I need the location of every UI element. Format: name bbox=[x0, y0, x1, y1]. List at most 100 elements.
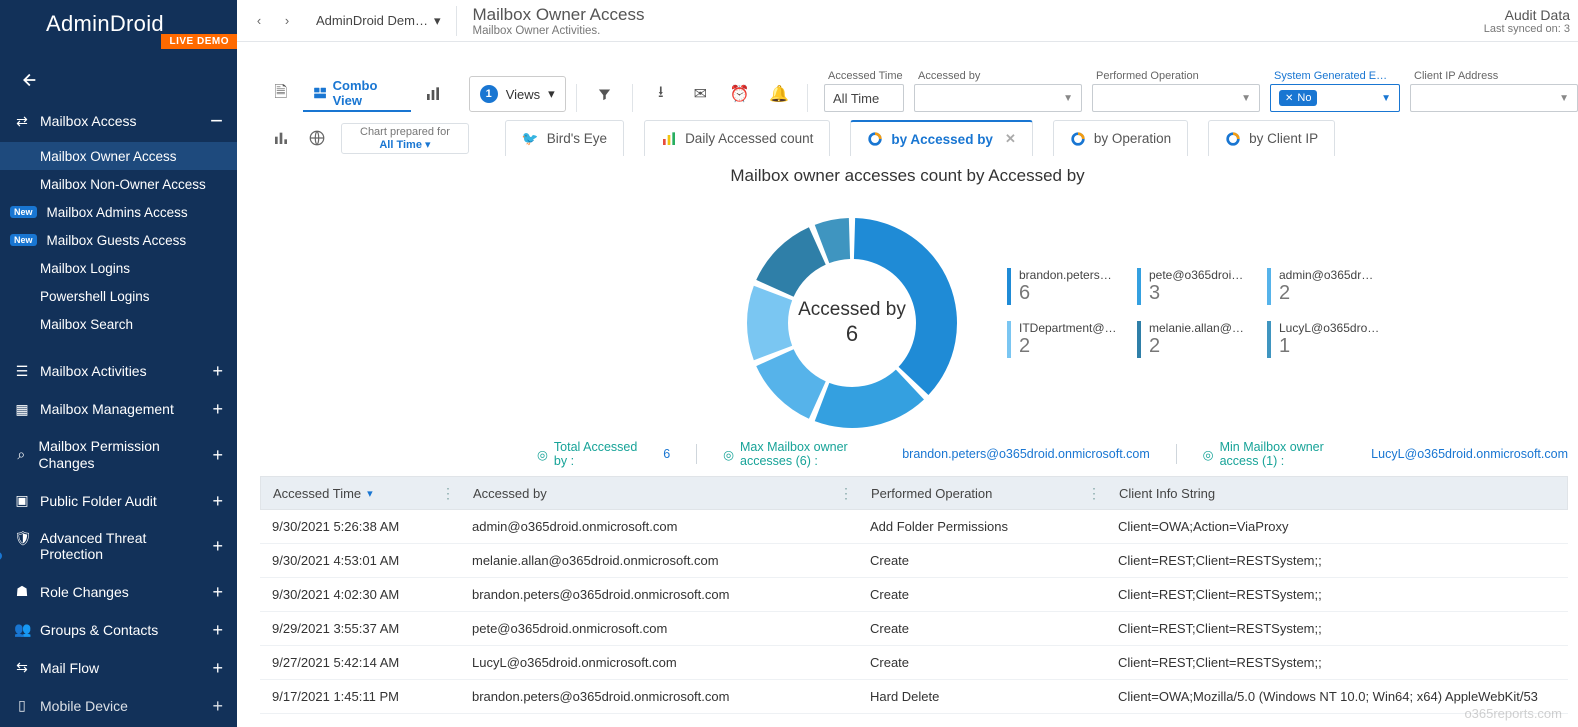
close-icon: ✕ bbox=[1285, 93, 1293, 104]
audit-title: Audit Data bbox=[1484, 7, 1570, 23]
cell-client-info: Client=REST;Client=RESTSystem;; bbox=[1106, 553, 1568, 568]
cell-operation: Create bbox=[858, 621, 1106, 636]
tab-daily-count[interactable]: Daily Accessed count bbox=[644, 120, 830, 156]
sidebar-group-mobile[interactable]: ▯Mobile Device+ bbox=[0, 687, 237, 725]
table-row[interactable]: 9/29/2021 3:55:37 AMpete@o365droid.onmic… bbox=[260, 612, 1568, 646]
caret-down-icon: ▼ bbox=[1559, 93, 1569, 104]
filter-performed-op-select[interactable]: ▼ bbox=[1092, 84, 1260, 112]
schedule-button[interactable]: ⏰ bbox=[722, 76, 758, 112]
nav-back-button[interactable]: ‹ bbox=[245, 7, 273, 35]
chart-view-button[interactable] bbox=[415, 76, 451, 112]
filter-label: Client IP Address bbox=[1410, 70, 1578, 84]
col-accessed-by[interactable]: Accessed by⋮ bbox=[461, 486, 859, 501]
topbar: ‹ › AdminDroid Dem… ▾ Mailbox Owner Acce… bbox=[237, 0, 1578, 42]
sidebar-item-powershell[interactable]: Powershell Logins bbox=[0, 282, 237, 310]
sidebar-item-search[interactable]: Mailbox Search bbox=[0, 310, 237, 338]
sidebar-group-mailbox-access[interactable]: ⇄ Mailbox Access − bbox=[0, 100, 237, 142]
target-icon: ◎ bbox=[1203, 447, 1214, 462]
column-menu-icon[interactable]: ⋮ bbox=[839, 485, 853, 502]
cell-client-info: Client=REST;Client=RESTSystem;; bbox=[1106, 587, 1568, 602]
close-icon[interactable]: ✕ bbox=[1005, 131, 1016, 147]
cell-operation: Create bbox=[858, 553, 1106, 568]
filter-sys-gen-select[interactable]: ✕No ▼ bbox=[1270, 84, 1400, 112]
filter-button[interactable] bbox=[587, 76, 623, 112]
breadcrumb-dropdown[interactable]: AdminDroid Dem… ▾ bbox=[305, 6, 452, 36]
column-menu-icon[interactable]: ⋮ bbox=[441, 485, 455, 502]
breadcrumb-label: AdminDroid Dem… bbox=[316, 13, 428, 28]
divider bbox=[576, 84, 577, 112]
legend-name: admin@o365dr… bbox=[1279, 268, 1397, 282]
sidebar-item-logins[interactable]: Mailbox Logins bbox=[0, 254, 237, 282]
expand-icon: + bbox=[212, 400, 223, 418]
sidebar-group-activities[interactable]: ☰Mailbox Activities+ bbox=[0, 352, 237, 390]
col-performed-op[interactable]: Performed Operation⋮ bbox=[859, 486, 1107, 501]
sidebar-item-owner-access[interactable]: Mailbox Owner Access bbox=[0, 142, 237, 170]
filter-sys-gen: System Generated E… ✕No ▼ bbox=[1270, 70, 1400, 112]
table-row[interactable]: 9/30/2021 5:26:38 AMadmin@o365droid.onmi… bbox=[260, 510, 1568, 544]
cell-time: 9/30/2021 4:53:01 AM bbox=[260, 553, 460, 568]
page-title-block: Mailbox Owner Access Mailbox Owner Activ… bbox=[473, 5, 645, 37]
filter-label: Accessed Time bbox=[824, 70, 904, 84]
legend-item[interactable]: admin@o365dr…2 bbox=[1267, 268, 1397, 305]
nav-forward-button[interactable]: › bbox=[273, 7, 301, 35]
tab-by-accessed-by[interactable]: by Accessed by ✕ bbox=[850, 120, 1032, 156]
expand-icon: + bbox=[212, 362, 223, 380]
download-button[interactable]: ⭳ bbox=[643, 76, 679, 112]
legend-item[interactable]: LucyL@o365dro…1 bbox=[1267, 321, 1397, 358]
target-icon: ◎ bbox=[723, 447, 734, 462]
sidebar-group-permission[interactable]: ⌕Mailbox Permission Changes+ bbox=[0, 428, 237, 482]
sidebar-group-role[interactable]: ☗Role Changes+ bbox=[0, 573, 237, 611]
sidebar-nav: ⇄ Mailbox Access − Mailbox Owner Access … bbox=[0, 100, 237, 725]
expand-icon: + bbox=[212, 621, 223, 639]
bar-chart-button[interactable] bbox=[263, 120, 299, 156]
col-accessed-time[interactable]: Accessed Time ▾⋮ bbox=[261, 486, 461, 501]
tab-by-operation[interactable]: by Operation bbox=[1053, 120, 1188, 156]
cell-accessed-by: admin@o365droid.onmicrosoft.com bbox=[460, 519, 858, 534]
sidebar-group-groups[interactable]: 👥Groups & Contacts+ bbox=[0, 611, 237, 649]
views-dropdown[interactable]: 1 Views ▾ bbox=[469, 76, 566, 112]
legend-item[interactable]: melanie.allan@…2 bbox=[1137, 321, 1267, 358]
table-row[interactable]: 9/17/2021 1:45:11 PMbrandon.peters@o365d… bbox=[260, 680, 1568, 714]
legend-item[interactable]: pete@o365droi…3 bbox=[1137, 268, 1267, 305]
document-view-button[interactable]: 🗎 bbox=[263, 76, 299, 112]
chart-prepared-for[interactable]: Chart prepared for All Time ▾ bbox=[341, 123, 469, 154]
cell-time: 9/29/2021 3:55:37 AM bbox=[260, 621, 460, 636]
legend-name: melanie.allan@… bbox=[1149, 321, 1267, 335]
table-body: 9/30/2021 5:26:38 AMadmin@o365droid.onmi… bbox=[260, 510, 1568, 714]
donut-center-label: Accessed by 6 bbox=[737, 208, 967, 438]
sidebar-item-guests[interactable]: NewMailbox Guests Access bbox=[0, 226, 237, 254]
legend-item[interactable]: ITDepartment@…2 bbox=[1007, 321, 1137, 358]
email-button[interactable]: ✉ bbox=[683, 76, 719, 112]
legend-item[interactable]: brandon.peters…6 bbox=[1007, 268, 1137, 305]
new-badge: New bbox=[10, 234, 37, 246]
cell-operation: Hard Delete bbox=[858, 689, 1106, 704]
sidebar-item-non-owner[interactable]: Mailbox Non-Owner Access bbox=[0, 170, 237, 198]
sidebar-group-mailflow[interactable]: ⇆Mail Flow+ bbox=[0, 649, 237, 687]
legend-count: 2 bbox=[1149, 335, 1160, 357]
combo-view-button[interactable]: Combo View bbox=[303, 76, 412, 112]
filter-tag[interactable]: ✕No bbox=[1279, 90, 1317, 106]
filter-accessed-time-select[interactable]: All Time bbox=[824, 84, 904, 112]
col-client-info[interactable]: Client Info String bbox=[1107, 486, 1567, 501]
data-table: Accessed Time ▾⋮ Accessed by⋮ Performed … bbox=[260, 476, 1568, 714]
table-row[interactable]: 9/27/2021 5:42:14 AMLucyL@o365droid.onmi… bbox=[260, 646, 1568, 680]
cell-operation: Create bbox=[858, 655, 1106, 670]
collapse-icon: − bbox=[210, 110, 223, 132]
globe-button[interactable] bbox=[299, 120, 335, 156]
table-row[interactable]: 9/30/2021 4:02:30 AMbrandon.peters@o365d… bbox=[260, 578, 1568, 612]
column-menu-icon[interactable]: ⋮ bbox=[1087, 485, 1101, 502]
combo-icon bbox=[313, 85, 327, 101]
tab-birds-eye[interactable]: 🐦Bird's Eye bbox=[505, 120, 624, 156]
cell-client-info: Client=OWA;Mozilla/5.0 (Windows NT 10.0;… bbox=[1106, 689, 1568, 704]
sidebar-group-atp[interactable]: 🛡Advanced Threat Protection+ bbox=[0, 520, 237, 573]
sidebar-group-public-folder[interactable]: ▣Public Folder Audit+ bbox=[0, 482, 237, 520]
filter-client-ip-select[interactable]: ▼ bbox=[1410, 84, 1578, 112]
tab-by-client-ip[interactable]: by Client IP bbox=[1208, 120, 1335, 156]
expand-icon: + bbox=[212, 492, 223, 510]
sidebar-group-management[interactable]: ▦Mailbox Management+ bbox=[0, 390, 237, 428]
sidebar-item-admins[interactable]: NewMailbox Admins Access bbox=[0, 198, 237, 226]
alert-button[interactable]: 🔔 bbox=[762, 76, 798, 112]
table-row[interactable]: 9/30/2021 4:53:01 AMmelanie.allan@o365dr… bbox=[260, 544, 1568, 578]
back-button[interactable] bbox=[14, 66, 42, 94]
filter-accessed-by-select[interactable]: ▼ bbox=[914, 84, 1082, 112]
